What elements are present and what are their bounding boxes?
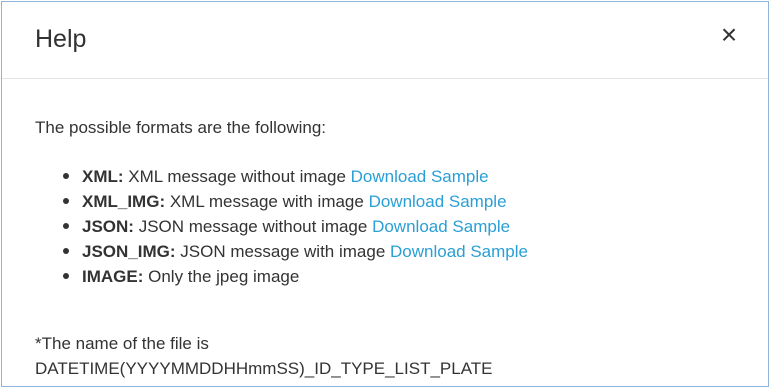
help-dialog: Help × The possible formats are the foll…: [1, 1, 769, 387]
download-sample-link-json-img[interactable]: Download Sample: [390, 242, 528, 261]
download-sample-link-json[interactable]: Download Sample: [372, 217, 510, 236]
list-item-image: IMAGE: Only the jpeg image: [62, 264, 528, 289]
bullet-icon: [63, 248, 69, 254]
format-name: XML:: [82, 167, 124, 186]
list-item-xml-img: XML_IMG: XML message with image Download…: [62, 189, 528, 214]
list-item-xml: XML: XML message without image Download …: [62, 164, 528, 189]
filename-note-line2: DATETIME(YYYYMMDDHHmmSS)_ID_TYPE_LIST_PL…: [35, 359, 493, 378]
bullet-icon: [63, 173, 69, 179]
list-item-json: JSON: JSON message without image Downloa…: [62, 214, 528, 239]
format-description: XML message with image: [165, 192, 369, 211]
format-name: JSON:: [82, 217, 134, 236]
dialog-header: Help ×: [2, 2, 768, 79]
format-description: Only the jpeg image: [143, 267, 300, 286]
filename-note: *The name of the file is DATETIME(YYYYMM…: [35, 331, 493, 381]
format-name: JSON_IMG:: [82, 242, 176, 261]
format-description: JSON message without image: [133, 217, 373, 236]
intro-text: The possible formats are the following:: [35, 118, 327, 137]
dialog-title: Help: [35, 25, 87, 53]
bullet-icon: [63, 198, 69, 204]
list-item-json-img: JSON_IMG: JSON message with image Downlo…: [62, 239, 528, 264]
format-name: XML_IMG:: [82, 192, 166, 211]
bullet-icon: [63, 223, 69, 229]
filename-note-line1: *The name of the file is: [35, 334, 209, 353]
format-description: XML message without image: [123, 167, 351, 186]
format-name: IMAGE:: [82, 267, 144, 286]
download-sample-link-xml-img[interactable]: Download Sample: [369, 192, 507, 211]
download-sample-link-xml[interactable]: Download Sample: [351, 167, 489, 186]
format-description: JSON message with image: [175, 242, 390, 261]
formats-list: XML: XML message without image Download …: [62, 164, 528, 289]
close-icon[interactable]: ×: [714, 20, 744, 50]
bullet-icon: [63, 273, 69, 279]
